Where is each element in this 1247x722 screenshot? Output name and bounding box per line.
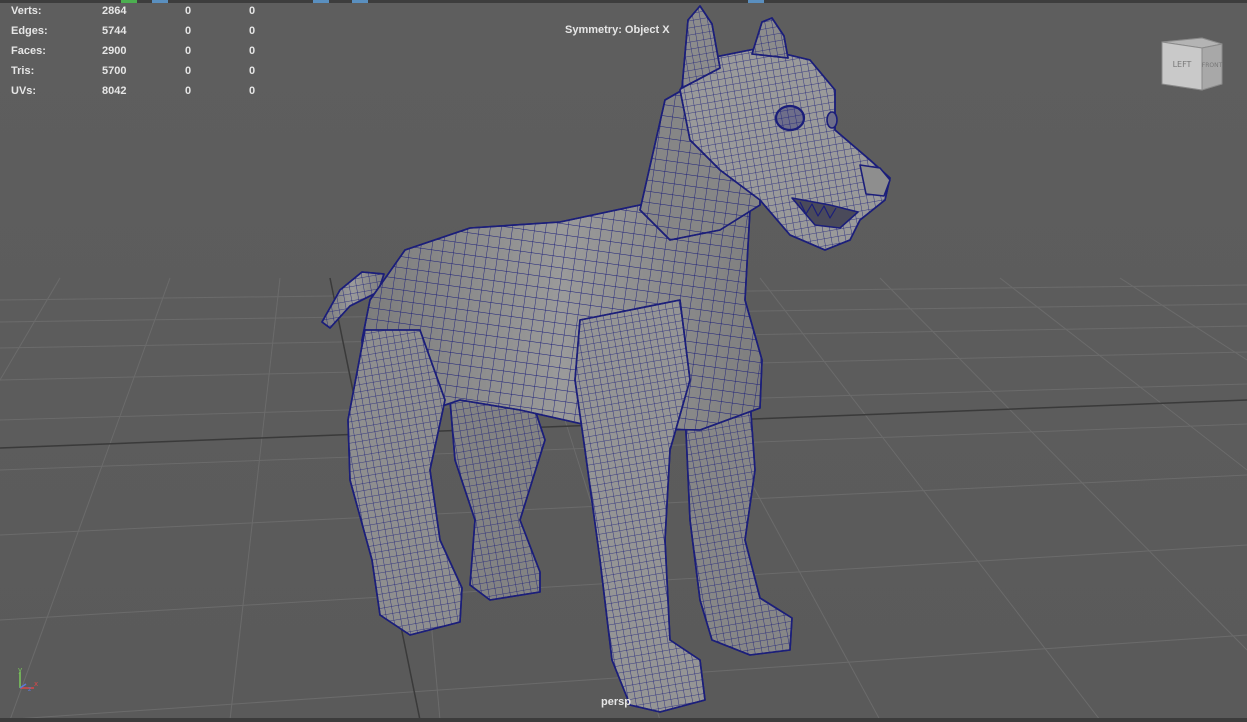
- scene-canvas[interactable]: [0, 0, 1247, 718]
- hud-label: Tris:: [11, 65, 35, 77]
- hud-row-uvs: UVs: 8042 0 0: [11, 84, 271, 104]
- view-cube-front-label[interactable]: FRONT: [1202, 62, 1223, 69]
- hud-label: Edges:: [11, 25, 48, 37]
- hud-component: 0: [249, 65, 256, 77]
- hud-component: 0: [249, 25, 256, 37]
- hud-selected: 0: [185, 85, 192, 97]
- hud-total: 5744: [102, 25, 127, 37]
- hud-total: 8042: [102, 85, 127, 97]
- hud-total: 2864: [102, 5, 127, 17]
- hud-total: 2900: [102, 45, 127, 57]
- poly-count-hud: Verts: 2864 0 0 Edges: 5744 0 0 Faces: 2…: [11, 4, 271, 104]
- hud-row-tris: Tris: 5700 0 0: [11, 64, 271, 84]
- hud-selected: 0: [185, 25, 192, 37]
- symmetry-label: Symmetry: Object X: [565, 24, 670, 36]
- axis-x-label: x: [34, 680, 38, 688]
- hud-component: 0: [249, 85, 256, 97]
- axis-y-label: y: [18, 666, 22, 674]
- hud-selected: 0: [185, 65, 192, 77]
- hud-label: Verts:: [11, 5, 42, 17]
- hud-row-verts: Verts: 2864 0 0: [11, 4, 271, 24]
- maya-viewport[interactable]: Verts: 2864 0 0 Edges: 5744 0 0 Faces: 2…: [0, 0, 1247, 722]
- hud-label: Faces:: [11, 45, 46, 57]
- dog-mesh[interactable]: [321, 5, 891, 713]
- camera-name-label: persp: [601, 696, 631, 708]
- axis-gizmo-icon: y x z: [18, 666, 38, 693]
- dog-eye-far: [826, 111, 838, 129]
- hud-label: UVs:: [11, 85, 37, 97]
- view-cube-left-label[interactable]: LEFT: [1173, 60, 1192, 69]
- view-cube-icon[interactable]: LEFT FRONT: [1158, 34, 1226, 94]
- hud-selected: 0: [185, 5, 192, 17]
- axis-z-label: z: [28, 686, 31, 693]
- hud-component: 0: [249, 5, 256, 17]
- hud-component: 0: [249, 45, 256, 57]
- hud-row-faces: Faces: 2900 0 0: [11, 44, 271, 64]
- hud-row-edges: Edges: 5744 0 0: [11, 24, 271, 44]
- hud-selected: 0: [185, 45, 192, 57]
- hud-total: 5700: [102, 65, 127, 77]
